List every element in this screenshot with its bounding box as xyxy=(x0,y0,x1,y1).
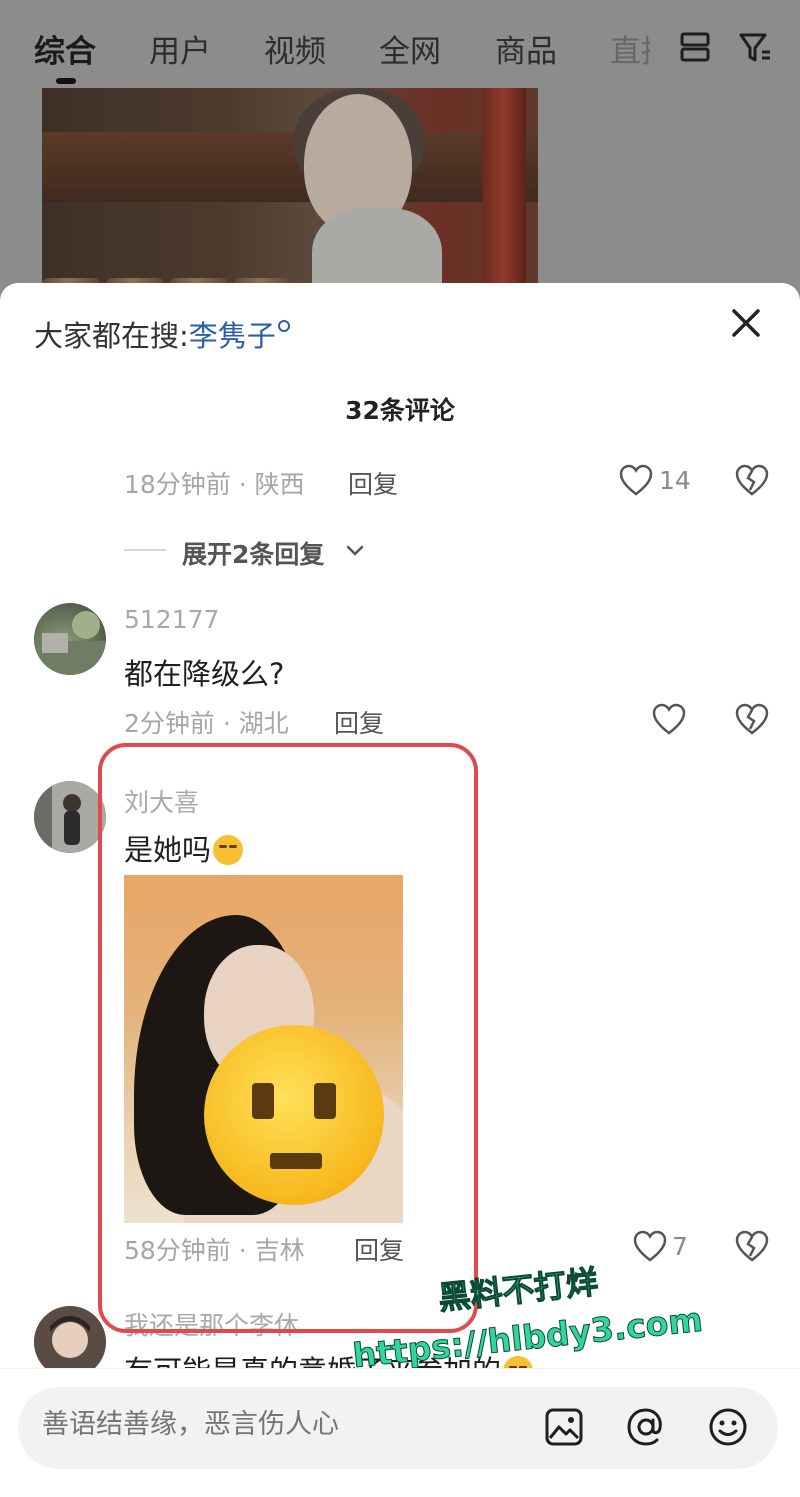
comment-meta: 18分钟前 · 陕西 xyxy=(124,470,305,499)
trending-search[interactable]: 大家都在搜:李隽子 xyxy=(34,313,290,355)
trending-keyword[interactable]: 李隽子 xyxy=(189,319,276,353)
reply-button[interactable]: 回复 xyxy=(348,465,398,501)
tab-web[interactable]: 全网 xyxy=(379,26,441,71)
avatar[interactable] xyxy=(34,603,106,675)
reply-button[interactable]: 回复 xyxy=(334,704,384,740)
comment-text: 都在降级么? xyxy=(124,657,285,691)
at-mention-icon[interactable] xyxy=(626,1407,666,1447)
like-count: 14 xyxy=(659,466,691,495)
expand-replies-button[interactable]: 展开2条回复 xyxy=(182,535,324,571)
like-count: 7 xyxy=(672,1232,688,1261)
heart-icon[interactable] xyxy=(651,702,687,736)
chevron-down-icon xyxy=(346,545,364,556)
thumb-beam xyxy=(42,132,538,202)
comment-meta: 2分钟前 · 湖北 xyxy=(124,709,289,738)
tab-products[interactable]: 商品 xyxy=(495,26,557,71)
broken-heart-icon[interactable] xyxy=(734,702,770,736)
avatar[interactable] xyxy=(34,1306,106,1368)
red-highlight-box xyxy=(98,743,478,1333)
thumb-pillar xyxy=(482,88,526,300)
heart-icon[interactable] xyxy=(618,463,654,497)
tab-users[interactable]: 用户 xyxy=(149,26,211,71)
search-tabs: 综合 用户 视频 全网 商品 直播 xyxy=(0,0,800,90)
tab-videos[interactable]: 视频 xyxy=(264,26,326,71)
tab-live[interactable]: 直播 xyxy=(610,26,650,71)
layout-icon[interactable] xyxy=(678,30,712,64)
tab-all[interactable]: 综合 xyxy=(34,26,96,71)
broken-heart-icon[interactable] xyxy=(734,463,770,497)
tab-active-indicator xyxy=(56,78,76,84)
expand-divider xyxy=(124,549,166,551)
comment-input[interactable] xyxy=(42,1409,512,1440)
comment-sheet: 大家都在搜:李隽子 32条评论 18分钟前 · 陕西 回复 14 展开2条回复 … xyxy=(0,283,800,1497)
heart-icon[interactable] xyxy=(632,1229,668,1263)
search-results-background: 综合 用户 视频 全网 商品 直播 xyxy=(0,0,800,300)
comment-username[interactable]: 512177 xyxy=(124,605,219,634)
broken-heart-icon[interactable] xyxy=(734,1229,770,1263)
close-icon[interactable] xyxy=(728,305,764,341)
comments-count-title: 32条评论 xyxy=(345,396,455,425)
video-thumbnail[interactable] xyxy=(42,88,538,300)
emoji-icon[interactable] xyxy=(708,1407,748,1447)
comment-input-bar xyxy=(0,1368,800,1497)
trending-prefix: 大家都在搜: xyxy=(34,319,189,353)
image-icon[interactable] xyxy=(544,1407,584,1447)
search-icon xyxy=(277,320,290,332)
avatar[interactable] xyxy=(34,781,106,853)
filter-icon[interactable] xyxy=(738,30,772,64)
